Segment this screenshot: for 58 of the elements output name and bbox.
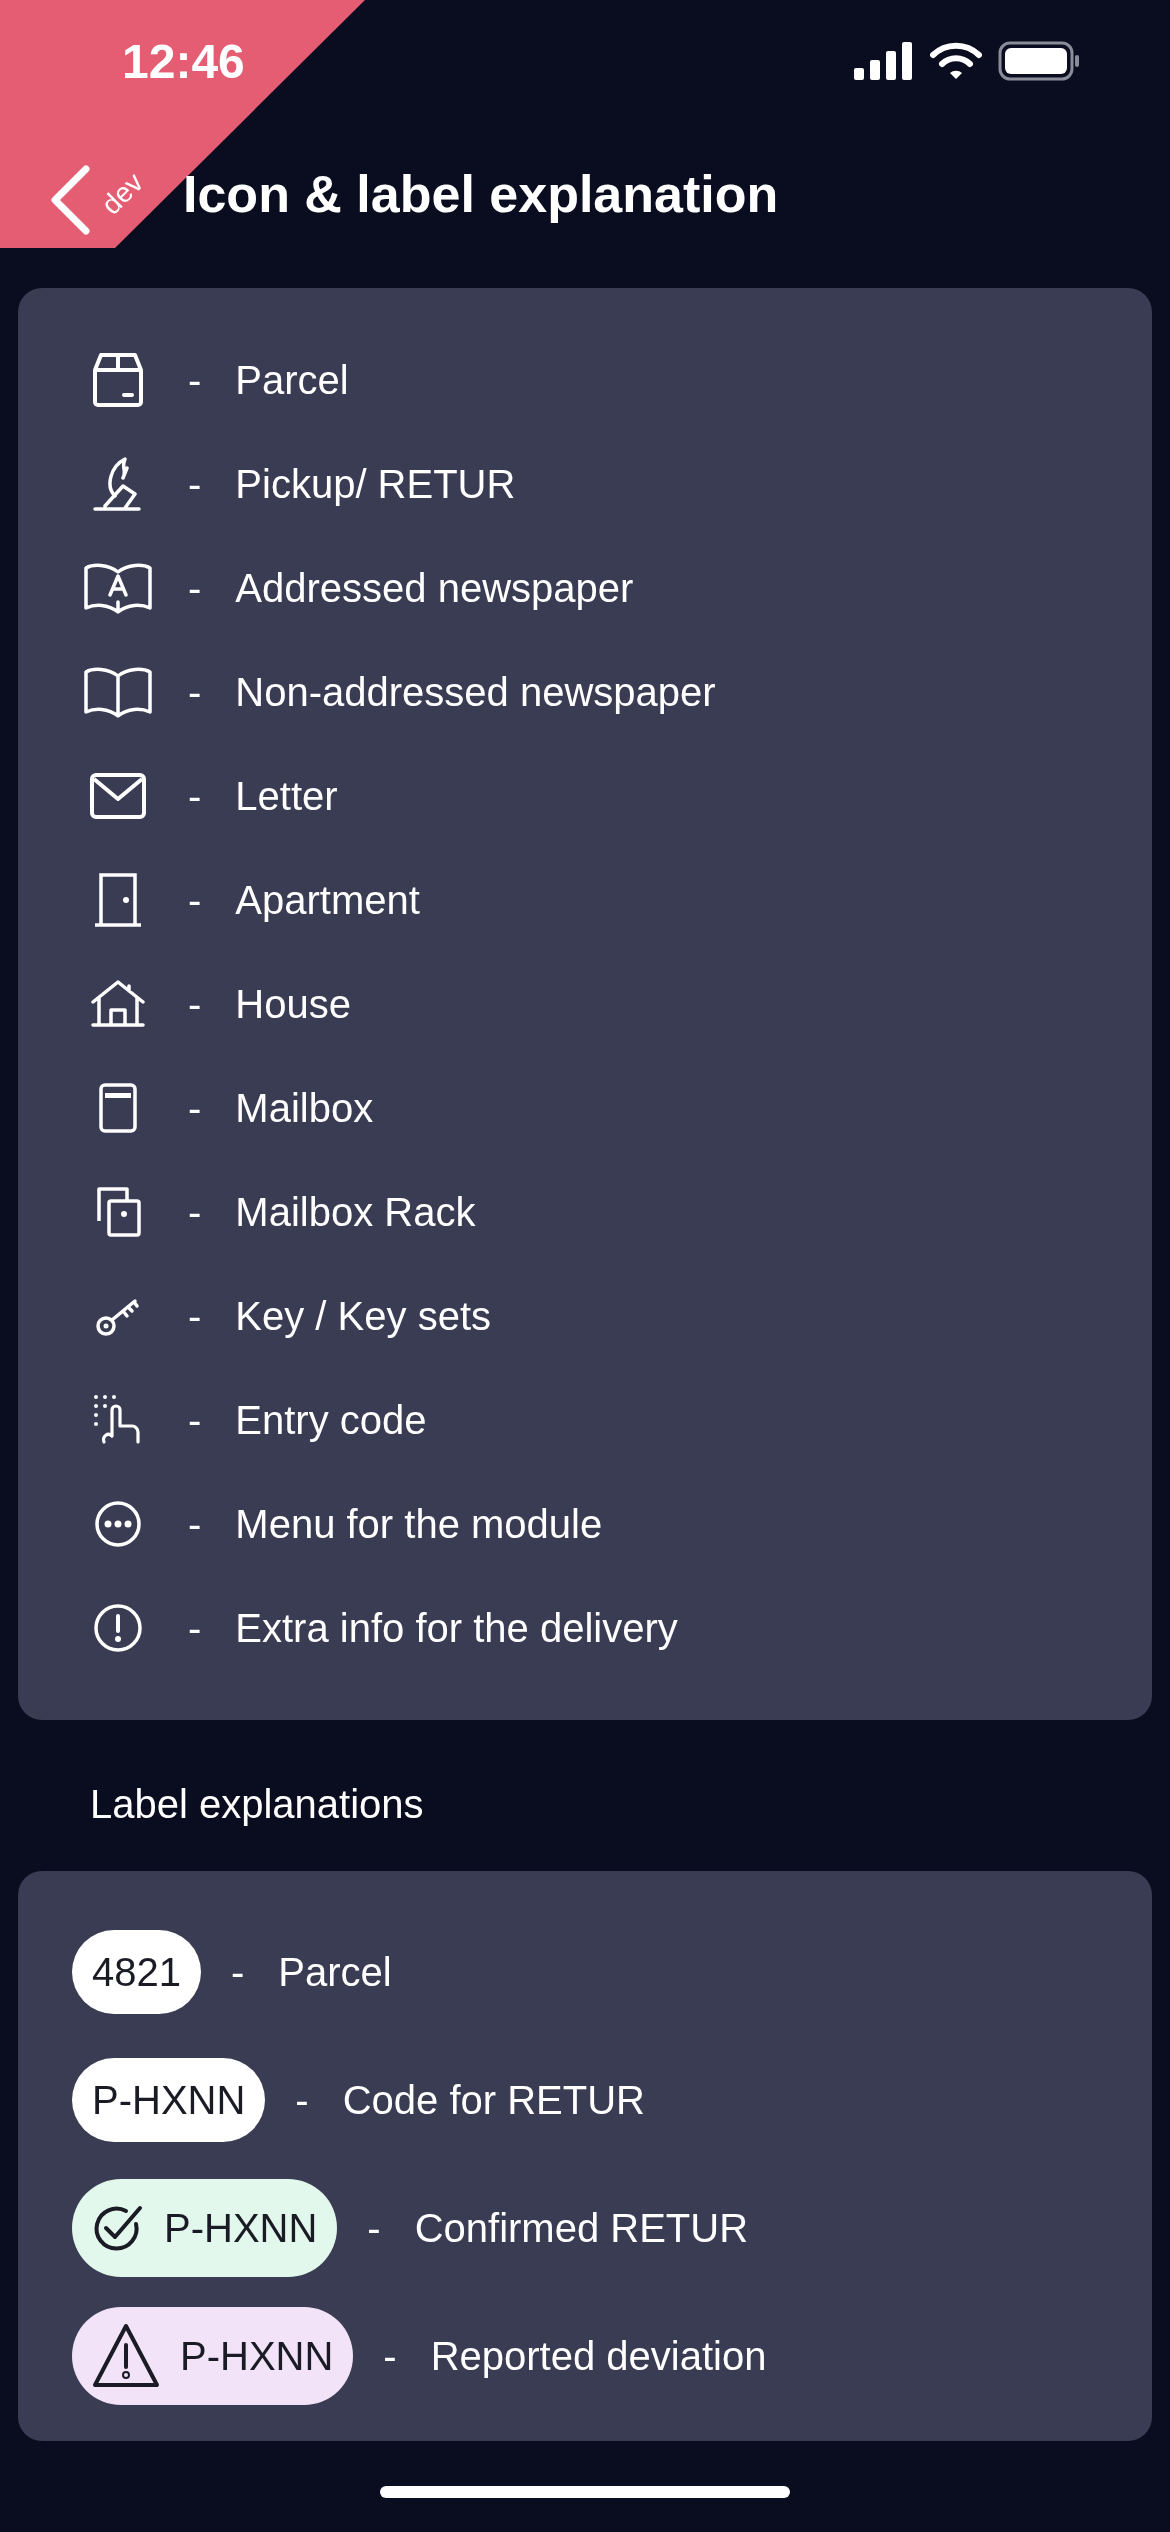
battery-icon bbox=[998, 41, 1080, 81]
status-time: 12:46 bbox=[122, 33, 245, 89]
wifi-icon bbox=[930, 42, 982, 80]
exclamation-circle-icon bbox=[93, 1603, 143, 1653]
icon-description: Apartment bbox=[235, 877, 420, 923]
label-description: Code for RETUR bbox=[342, 2077, 645, 2123]
house-icon bbox=[91, 980, 145, 1028]
dash: - bbox=[188, 1605, 202, 1651]
door-icon bbox=[93, 873, 143, 927]
dash: - bbox=[231, 1949, 245, 1995]
icon-description: Parcel bbox=[235, 357, 349, 403]
mailbox-icon bbox=[99, 1083, 137, 1133]
open-book-icon bbox=[83, 666, 153, 718]
dash: - bbox=[295, 2077, 309, 2123]
more-icon bbox=[94, 1500, 142, 1548]
dash: - bbox=[188, 1085, 202, 1131]
dash: - bbox=[188, 565, 202, 611]
icon-description: Addressed newspaper bbox=[235, 565, 634, 611]
icon-description: Non-addressed newspaper bbox=[235, 669, 716, 715]
icon-description: Menu for the module bbox=[235, 1501, 603, 1547]
label-code: P-HXNN bbox=[180, 2333, 334, 2379]
dash: - bbox=[188, 669, 202, 715]
icon-description: Pickup/ RETUR bbox=[235, 461, 516, 507]
label-description: Reported deviation bbox=[430, 2333, 767, 2379]
icon-description: House bbox=[235, 981, 351, 1027]
label-description: Parcel bbox=[278, 1949, 392, 1995]
label-code: 4821 bbox=[92, 1949, 181, 1995]
icon-description: Extra info for the delivery bbox=[235, 1605, 678, 1651]
label-code: P-HXNN bbox=[164, 2205, 318, 2251]
dash: - bbox=[188, 773, 202, 819]
icon-description: Entry code bbox=[235, 1397, 427, 1443]
book-letter-icon bbox=[83, 562, 153, 614]
dash: - bbox=[188, 1189, 202, 1235]
ribbon-label: dev bbox=[95, 166, 150, 222]
dash: - bbox=[188, 1293, 202, 1339]
icon-description: Key / Key sets bbox=[235, 1293, 491, 1339]
label-description: Confirmed RETUR bbox=[414, 2205, 749, 2251]
dash: - bbox=[188, 461, 202, 507]
icon-description: Mailbox bbox=[235, 1085, 374, 1131]
icon-description: Letter bbox=[235, 773, 338, 819]
signal-icon bbox=[854, 42, 914, 80]
dash: - bbox=[188, 357, 202, 403]
dash: - bbox=[188, 981, 202, 1027]
box-icon bbox=[92, 352, 144, 408]
label-code: P-HXNN bbox=[92, 2077, 246, 2123]
dash: - bbox=[188, 1397, 202, 1443]
icon-description: Mailbox Rack bbox=[235, 1189, 476, 1235]
back-button[interactable] bbox=[50, 165, 90, 235]
chevron-left-icon bbox=[50, 165, 90, 235]
dash: - bbox=[383, 2333, 397, 2379]
warning-icon bbox=[92, 2323, 160, 2389]
stacked-boxes-icon bbox=[95, 1187, 141, 1237]
screen-title: Icon & label explanation bbox=[183, 164, 779, 224]
dash: - bbox=[188, 1501, 202, 1547]
section-heading: Label explanations bbox=[90, 1782, 425, 1827]
dash: - bbox=[188, 877, 202, 923]
envelope-icon bbox=[90, 773, 146, 819]
dash: - bbox=[367, 2205, 381, 2251]
